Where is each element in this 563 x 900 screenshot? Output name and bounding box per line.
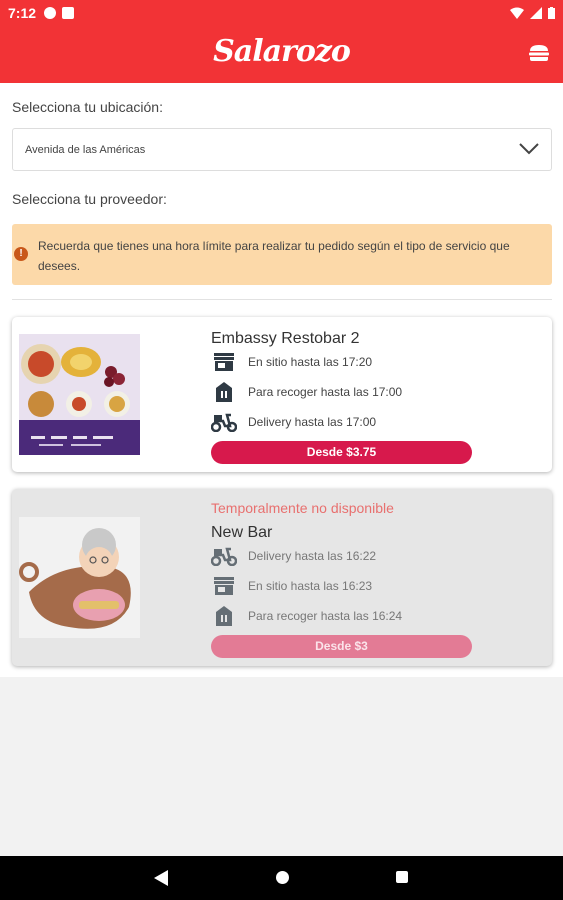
divider xyxy=(12,299,552,300)
service-row-pickup: Para recoger hasta las 16:24 xyxy=(211,604,402,628)
service-text: En sitio hasta las 17:20 xyxy=(248,355,373,369)
service-row-delivery: Delivery hasta las 16:22 xyxy=(211,544,376,568)
battery-icon xyxy=(548,7,555,19)
signal-icon xyxy=(530,7,542,19)
vendor-name: New Bar xyxy=(211,524,273,541)
time-limit-notice: ! Recuerda que tienes una hora límite pa… xyxy=(12,224,552,285)
vendor-image-newbar xyxy=(19,517,140,638)
app-logo: Salarozo xyxy=(213,34,351,69)
storefront-icon xyxy=(211,574,237,598)
main-content: Selecciona tu ubicación: Avenida de las … xyxy=(0,83,563,677)
takeaway-bag-icon xyxy=(211,604,237,628)
unavailable-label: Temporalmente no disponible xyxy=(211,500,394,516)
vendor-card-embassy[interactable]: Embassy Restobar 2 En sitio hasta las 17… xyxy=(12,317,552,472)
back-icon[interactable] xyxy=(154,870,168,886)
vendor-card-newbar[interactable]: Temporalmente no disponible New Bar Deli… xyxy=(12,489,552,666)
price-button[interactable]: Desde $3.75 xyxy=(211,441,472,464)
system-nav-bar xyxy=(0,856,563,900)
service-row-pickup: Para recoger hasta las 17:00 xyxy=(211,380,402,404)
storefront-icon xyxy=(211,350,237,374)
location-select-value: Avenida de las Américas xyxy=(25,144,146,156)
service-row-delivery: Delivery hasta las 17:00 xyxy=(211,410,376,434)
takeaway-bag-icon xyxy=(211,380,237,404)
service-row-onsite: En sitio hasta las 17:20 xyxy=(211,350,372,374)
chevron-down-icon xyxy=(519,143,539,155)
delivery-scooter-icon xyxy=(211,544,237,568)
recent-apps-icon[interactable] xyxy=(396,871,408,883)
location-select[interactable]: Avenida de las Américas xyxy=(12,128,552,171)
provider-label: Selecciona tu proveedor: xyxy=(12,191,167,207)
vendor-image-embassy xyxy=(19,334,140,455)
service-text: En sitio hasta las 16:23 xyxy=(248,579,373,593)
location-label: Selecciona tu ubicación: xyxy=(12,99,163,115)
vendor-name: Embassy Restobar 2 xyxy=(211,330,360,347)
notice-text: Recuerda que tienes una hora límite para… xyxy=(38,239,510,273)
notification-icon xyxy=(44,7,57,19)
status-time: 7:12 xyxy=(8,5,37,21)
app-bar: Salarozo xyxy=(0,26,563,83)
status-bar: 7:12 xyxy=(0,0,563,26)
warning-icon: ! xyxy=(14,247,28,261)
delivery-scooter-icon xyxy=(211,410,237,434)
service-text: Para recoger hasta las 17:00 xyxy=(248,385,403,399)
service-text: Para recoger hasta las 16:24 xyxy=(248,609,403,623)
service-text: Delivery hasta las 17:00 xyxy=(248,415,377,429)
sd-card-icon xyxy=(62,7,75,19)
home-icon[interactable] xyxy=(276,871,289,884)
wifi-icon xyxy=(510,7,524,19)
burger-menu-icon[interactable] xyxy=(529,44,549,62)
service-row-onsite: En sitio hasta las 16:23 xyxy=(211,574,372,598)
service-text: Delivery hasta las 16:22 xyxy=(248,549,377,563)
price-button[interactable]: Desde $3 xyxy=(211,635,472,658)
